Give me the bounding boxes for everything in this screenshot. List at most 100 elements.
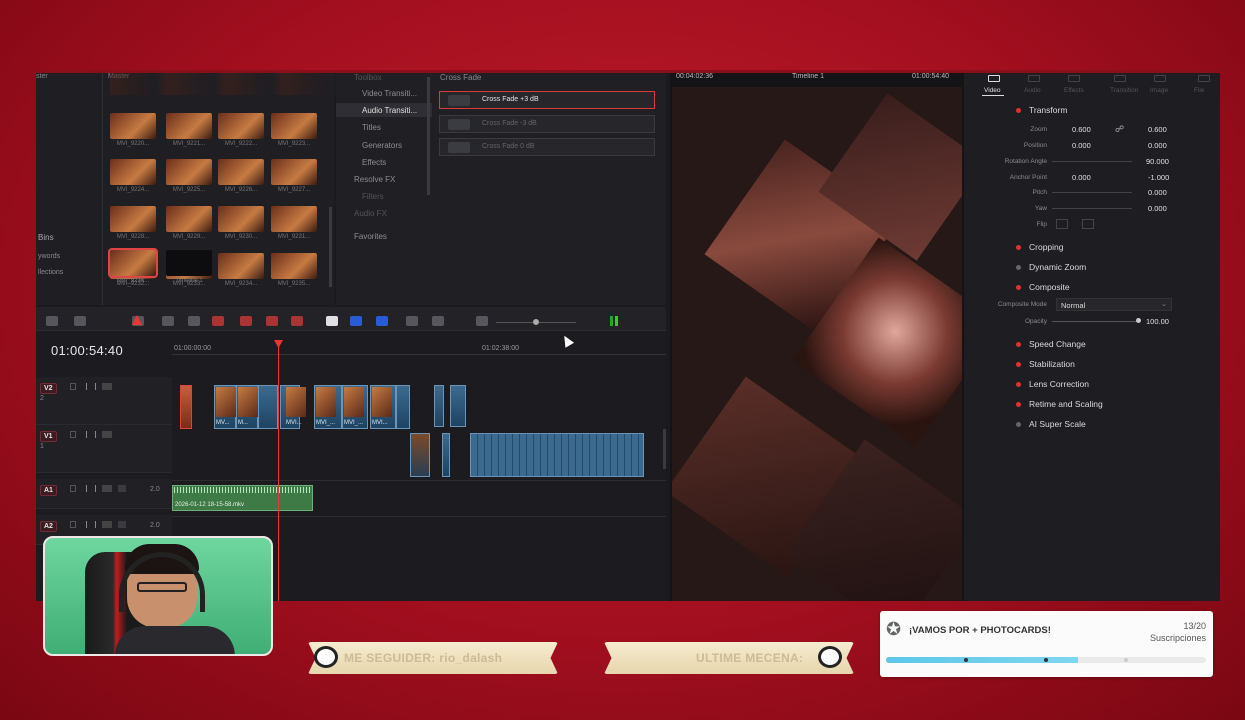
video-clip[interactable] (258, 385, 278, 429)
tree-effects[interactable]: Effects (362, 158, 386, 167)
tree-generators[interactable]: Generators (362, 141, 402, 150)
link-icon[interactable]: ☍ (1115, 124, 1124, 135)
video-clip[interactable] (180, 385, 192, 429)
side-bins[interactable]: Bins (38, 233, 54, 242)
toolbar-tool-icon[interactable] (46, 316, 58, 326)
track-id-v1[interactable]: V1 (40, 431, 57, 442)
section-stabilization[interactable]: Stabilization (1016, 359, 1075, 369)
enable-dot[interactable] (1016, 245, 1021, 251)
toolbar-tool-icon[interactable] (74, 316, 86, 326)
lock-icon[interactable] (70, 383, 76, 390)
inspector-tab-audio[interactable]: Audio (1024, 87, 1041, 94)
enable-dot[interactable] (1016, 108, 1021, 114)
anchor-y-value[interactable]: -1.000 (1148, 173, 1169, 182)
tab-icon[interactable] (988, 75, 1000, 82)
section-dynamic-zoom[interactable]: Dynamic Zoom (1016, 262, 1086, 272)
toolbar-tool-icon[interactable] (188, 316, 200, 326)
pitch-slider[interactable] (1052, 192, 1132, 193)
clip-thumbnail[interactable] (108, 248, 158, 278)
track-id-a1[interactable]: A1 (40, 485, 57, 496)
auto-select-icon[interactable] (86, 485, 96, 492)
toolbar-tool-icon[interactable] (350, 316, 362, 326)
zoom-slider-handle[interactable] (533, 319, 539, 325)
inspector-tab-effects[interactable]: Effects (1064, 87, 1084, 94)
rotation-value[interactable]: 90.000 (1146, 157, 1169, 166)
auto-select-icon[interactable] (86, 521, 96, 528)
video-clip[interactable] (434, 385, 444, 427)
clip-thumbnail[interactable] (110, 206, 156, 232)
section-speed-change[interactable]: Speed Change (1016, 339, 1086, 349)
lock-icon[interactable] (70, 521, 76, 528)
tab-icon[interactable] (1028, 75, 1040, 82)
tab-icon[interactable] (1198, 75, 1210, 82)
clip-thumbnail[interactable] (218, 113, 264, 139)
inspector-tab-image[interactable]: Image (1150, 87, 1168, 94)
clip-thumbnail[interactable] (218, 206, 264, 232)
position-y-value[interactable]: 0.000 (1148, 141, 1167, 150)
track-toggle-icon[interactable] (102, 485, 112, 492)
toolbar-tool-icon[interactable] (326, 316, 338, 326)
video-clip[interactable] (442, 433, 450, 477)
section-transform[interactable]: Transform (1016, 105, 1067, 115)
enable-dot[interactable] (1016, 422, 1021, 428)
toolbar-tool-icon[interactable] (406, 316, 418, 326)
enable-dot[interactable] (1016, 265, 1021, 271)
auto-select-icon[interactable] (86, 431, 96, 438)
flip-vertical-icon[interactable] (1082, 219, 1094, 229)
inspector-tab-transition[interactable]: Transition (1110, 87, 1138, 94)
track-id-v2[interactable]: V2 (40, 383, 57, 394)
side-collections[interactable]: llections (38, 269, 63, 276)
clip-thumbnail[interactable] (166, 159, 212, 185)
pointer-tool-icon[interactable] (132, 315, 142, 325)
section-composite[interactable]: Composite (1016, 282, 1070, 292)
clip-thumbnail[interactable] (166, 206, 212, 232)
tree-scrollbar[interactable] (427, 77, 430, 195)
inspector-tab-video[interactable]: Video (984, 87, 1001, 94)
anchor-x-value[interactable]: 0.000 (1072, 173, 1091, 182)
position-x-value[interactable]: 0.000 (1072, 141, 1091, 150)
rotation-slider[interactable] (1052, 161, 1132, 162)
section-ai-super-scale[interactable]: AI Super Scale (1016, 419, 1086, 429)
video-clip[interactable] (450, 385, 466, 427)
yaw-value[interactable]: 0.000 (1148, 204, 1167, 213)
clip-thumbnail[interactable] (218, 159, 264, 185)
playhead[interactable] (278, 343, 279, 601)
tree-filters[interactable]: Filters (362, 192, 384, 201)
timeline-scrollbar[interactable] (663, 429, 666, 469)
pitch-value[interactable]: 0.000 (1148, 188, 1167, 197)
tree-toolbox[interactable]: Toolbox (354, 73, 382, 82)
zoom-y-value[interactable]: 0.600 (1148, 125, 1167, 134)
auto-select-icon[interactable] (86, 383, 96, 390)
tab-icon[interactable] (1154, 75, 1166, 82)
fx-cross-fade-0[interactable]: Cross Fade 0 dB (439, 138, 655, 156)
clip-thumbnail[interactable] (166, 113, 212, 139)
clip-thumbnail[interactable] (271, 206, 317, 232)
track-toggle-icon[interactable] (102, 521, 112, 528)
zoom-x-value[interactable]: 0.600 (1072, 125, 1091, 134)
fx-cross-fade-plus3[interactable]: Cross Fade +3 dB (439, 91, 655, 109)
tree-audio-transitions[interactable]: Audio Transiti... (362, 106, 417, 115)
viewer-frame[interactable] (672, 87, 962, 601)
toolbar-tool-icon[interactable] (266, 316, 278, 326)
tree-titles[interactable]: Titles (362, 123, 381, 132)
fx-cross-fade-minus3[interactable]: Cross Fade -3 dB (439, 115, 655, 133)
opacity-slider[interactable] (1052, 321, 1140, 322)
section-lens-correction[interactable]: Lens Correction (1016, 379, 1089, 389)
toolbar-tool-icon[interactable] (376, 316, 388, 326)
lock-icon[interactable] (70, 431, 76, 438)
enable-dot[interactable] (1016, 342, 1021, 348)
clip-thumbnail[interactable] (110, 159, 156, 185)
clip-thumbnail[interactable] (271, 159, 317, 185)
section-cropping[interactable]: Cropping (1016, 242, 1064, 252)
lock-icon[interactable] (70, 485, 76, 492)
yaw-slider[interactable] (1052, 208, 1132, 209)
clip-thumbnail[interactable] (271, 253, 317, 279)
opacity-value[interactable]: 100.00 (1146, 317, 1169, 326)
video-clip[interactable] (396, 385, 410, 429)
clip-thumbnail[interactable] (110, 113, 156, 139)
timeline-ruler[interactable] (172, 341, 666, 355)
video-clip[interactable] (470, 433, 644, 477)
enable-dot[interactable] (1016, 382, 1021, 388)
toolbar-tool-icon[interactable] (291, 316, 303, 326)
viewer-timeline-name[interactable]: Timeline 1 (792, 73, 824, 80)
